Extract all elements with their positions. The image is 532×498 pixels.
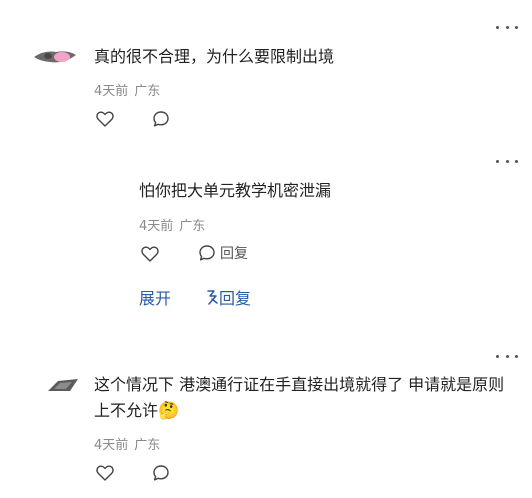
comment-meta: 4天前 广东 <box>94 80 160 99</box>
more-dot <box>515 354 518 358</box>
comment-text: 真的很不合理，为什么要限制出境 <box>94 47 335 66</box>
like-icon <box>96 111 114 127</box>
comment-text: 这个情况下 港澳通行证在手直接出境就得了 申请就是原则上不允许🤔 <box>94 372 519 424</box>
reply-location: 广东 <box>179 219 206 234</box>
reply-meta: 4天前 广东 <box>139 215 205 234</box>
comment-button[interactable] <box>150 108 172 130</box>
more-dot <box>496 159 499 163</box>
like-button[interactable] <box>94 108 116 130</box>
more-options-button[interactable] <box>496 20 518 34</box>
comment-icon <box>153 465 169 481</box>
collapse-replies-label: 回复 <box>219 289 252 308</box>
reply-text: 怕你把大单元教学机密泄漏 <box>139 181 332 200</box>
comment-body: 这个情况下 港澳通行证在手直接出境就得了 申请就是原则上不允许 <box>94 375 505 420</box>
more-dot <box>505 25 509 29</box>
comment-icon <box>153 111 169 127</box>
reply-button[interactable]: 回复 <box>198 243 248 263</box>
more-dot <box>515 25 518 29</box>
like-button[interactable] <box>94 462 116 484</box>
comment-location: 广东 <box>134 438 161 453</box>
comment-emoji: 🤔 <box>158 401 180 421</box>
comment-location: 广东 <box>134 84 161 99</box>
comment-icon <box>199 245 215 261</box>
comment-button[interactable] <box>150 462 172 484</box>
like-button[interactable] <box>139 243 161 265</box>
comment-time: 4天前 <box>94 84 129 99</box>
comment-time: 4天前 <box>94 438 129 453</box>
more-dot <box>496 354 499 358</box>
expand-replies-link[interactable]: 展开 <box>139 285 171 309</box>
more-dot <box>496 25 499 29</box>
avatar[interactable] <box>48 378 78 392</box>
reply-label: 回复 <box>220 246 248 262</box>
reply-time: 4天前 <box>139 219 174 234</box>
more-dot <box>505 354 509 358</box>
more-options-button[interactable] <box>496 154 518 168</box>
more-dot <box>515 159 518 163</box>
more-options-button[interactable] <box>496 349 518 363</box>
avatar[interactable] <box>34 48 76 64</box>
comment-meta: 4天前 广东 <box>94 434 160 453</box>
more-dot <box>505 159 509 163</box>
avatar[interactable] <box>210 162 232 168</box>
like-icon <box>141 246 159 262</box>
like-icon <box>96 465 114 481</box>
collapse-replies-link[interactable]: 回复 <box>206 285 251 309</box>
expand-icon <box>207 290 218 305</box>
